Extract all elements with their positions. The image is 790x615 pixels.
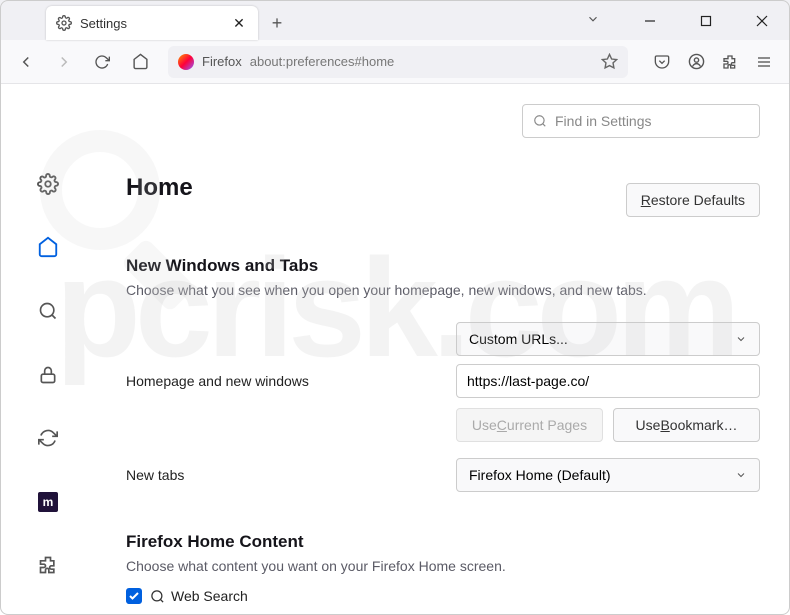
close-icon[interactable]: ✕	[230, 15, 248, 32]
account-icon[interactable]	[680, 46, 712, 78]
new-tabs-label: New tabs	[126, 467, 456, 483]
sidebar-item-extensions[interactable]	[28, 545, 68, 585]
bookmark-star-icon[interactable]	[601, 53, 618, 70]
restore-defaults-button[interactable]: Restore Defaults	[626, 183, 760, 217]
web-search-checkbox[interactable]	[126, 588, 142, 604]
homepage-label: Homepage and new windows	[126, 373, 456, 389]
chevron-down-icon	[735, 469, 747, 481]
new-tabs-select[interactable]: Firefox Home (Default)	[456, 458, 760, 492]
sidebar-item-sync[interactable]	[28, 418, 68, 458]
select-value: Firefox Home (Default)	[469, 467, 611, 483]
tab-title: Settings	[80, 16, 127, 31]
gear-icon	[56, 15, 72, 31]
settings-search[interactable]: Find in Settings	[522, 104, 760, 138]
content: m Find in Settings Home Restore Defaults…	[0, 84, 790, 615]
url-bar[interactable]: Firefox about:preferences#home	[168, 46, 628, 78]
minimize-button[interactable]	[630, 6, 670, 36]
sidebar-item-privacy[interactable]	[28, 355, 68, 395]
sidebar-item-general[interactable]	[28, 164, 68, 204]
page-title: Home	[126, 174, 193, 202]
section-heading-home-content: Firefox Home Content	[126, 532, 760, 552]
web-search-label: Web Search	[171, 588, 248, 604]
sidebar-item-mozilla[interactable]: m	[28, 482, 68, 522]
chevron-down-icon	[735, 333, 747, 345]
main-panel: Find in Settings Home Restore Defaults N…	[96, 84, 790, 615]
homepage-url-input[interactable]	[456, 364, 760, 398]
extensions-icon[interactable]	[714, 46, 746, 78]
home-button[interactable]	[124, 46, 156, 78]
url-rest: about:preferences#home	[250, 54, 395, 69]
search-icon	[150, 589, 165, 604]
sidebar: m	[0, 84, 96, 615]
section-heading-windows-tabs: New Windows and Tabs	[126, 256, 760, 276]
window-controls	[630, 6, 782, 36]
maximize-button[interactable]	[686, 6, 726, 36]
select-value: Custom URLs...	[469, 331, 568, 347]
tab-settings[interactable]: Settings ✕	[46, 6, 258, 40]
mozilla-icon: m	[38, 492, 58, 512]
check-icon	[128, 590, 140, 602]
toolbar: Firefox about:preferences#home	[0, 40, 790, 84]
section-desc: Choose what you see when you open your h…	[126, 282, 760, 298]
reload-button[interactable]	[86, 46, 118, 78]
menu-icon[interactable]	[748, 46, 780, 78]
settings-search-placeholder: Find in Settings	[555, 113, 652, 129]
sidebar-item-home[interactable]	[28, 228, 68, 268]
section-desc-2: Choose what content you want on your Fir…	[126, 558, 760, 574]
firefox-icon	[178, 54, 194, 70]
use-bookmark-button[interactable]: Use Bookmark…	[613, 408, 760, 442]
use-current-pages-button[interactable]: Use Current Pages	[456, 408, 603, 442]
close-button[interactable]	[742, 6, 782, 36]
back-button[interactable]	[10, 46, 42, 78]
forward-button[interactable]	[48, 46, 80, 78]
sidebar-item-search[interactable]	[28, 291, 68, 331]
pocket-icon[interactable]	[646, 46, 678, 78]
url-host: Firefox	[202, 54, 242, 69]
search-icon	[533, 114, 547, 128]
homepage-select[interactable]: Custom URLs...	[456, 322, 760, 356]
new-tab-button[interactable]: +	[262, 8, 292, 38]
chevron-down-icon[interactable]	[586, 12, 600, 26]
